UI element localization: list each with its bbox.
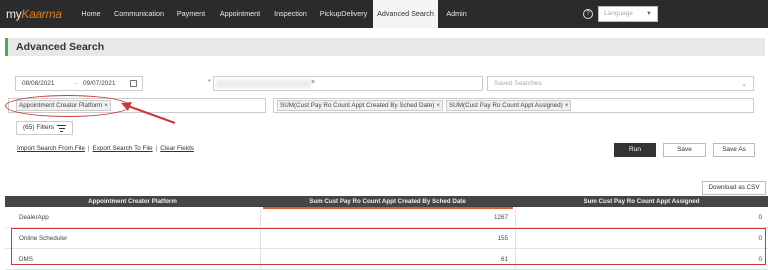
calendar-icon	[130, 80, 137, 87]
cell-created: 1267	[493, 214, 508, 221]
chevron-down-icon: ⌄	[741, 81, 747, 88]
language-select[interactable]: Language ▼	[598, 6, 658, 22]
clear-fields-link[interactable]: Clear Fields	[160, 145, 194, 152]
nav-payment[interactable]: Payment	[170, 0, 212, 28]
nav-inspection[interactable]: Inspection	[268, 0, 313, 28]
measure-chip: SUM(Cust Pay Ro Count Appt Created By Sc…	[277, 100, 444, 111]
nav-pickupdelivery[interactable]: PickupDelivery	[315, 0, 372, 28]
date-range-arrow: →	[72, 80, 79, 87]
cell-assigned: 0	[758, 214, 762, 221]
run-button[interactable]: Run	[614, 143, 656, 157]
saved-searches-select[interactable]: Saved Searches ⌄	[487, 76, 754, 91]
chip-remove-button[interactable]: ×	[436, 102, 440, 109]
chevron-down-icon: ▼	[646, 11, 652, 17]
page-title: Advanced Search	[16, 41, 105, 53]
column-header[interactable]: Appointment Creator Platform	[5, 196, 260, 207]
saved-searches-placeholder: Saved Searches	[494, 80, 542, 87]
column-header[interactable]: Sum Cust Pay Ro Count Appt Created By Sc…	[260, 196, 515, 207]
save-as-button[interactable]: Save As	[713, 143, 755, 157]
annotation-ellipse	[5, 95, 130, 117]
nav-communication[interactable]: Communication	[110, 0, 168, 28]
help-icon[interactable]: ?	[583, 9, 593, 19]
file-links: Import Search From File | Export Search To…	[17, 145, 194, 152]
export-search-link[interactable]: Export Search To File	[93, 145, 153, 152]
nav-admin[interactable]: Admin	[440, 0, 473, 28]
table-row: DealerApp 1267 0	[5, 207, 768, 228]
measures-field[interactable]: SUM(Cust Pay Ro Count Appt Created By Sc…	[273, 98, 754, 113]
dealer-clear-button[interactable]: ×	[311, 79, 315, 86]
column-header[interactable]: Sum Cust Pay Ro Count Appt Assigned	[515, 196, 768, 207]
app-logo[interactable]: myKaarma	[6, 7, 62, 21]
nav-home[interactable]: Home	[72, 0, 110, 28]
import-search-link[interactable]: Import Search From File	[17, 145, 85, 152]
date-start: 08/08/2021	[22, 80, 55, 87]
nav-appointment[interactable]: Appointment	[214, 0, 266, 28]
dealer-select[interactable]: ×	[213, 76, 483, 91]
date-end: 09/07/2021	[83, 80, 116, 87]
link-separator: |	[155, 145, 158, 152]
date-range-picker[interactable]: 08/08/2021 → 09/07/2021	[15, 76, 143, 91]
filters-button[interactable]: (65) Filters	[16, 121, 73, 135]
dealer-chip-redacted	[216, 80, 311, 88]
top-navbar: myKaarma Home Communication Payment Appo…	[0, 0, 768, 28]
required-mark: *	[208, 79, 211, 86]
link-separator: |	[87, 145, 90, 152]
page-title-bar: Advanced Search	[5, 38, 765, 56]
annotation-arrow	[121, 102, 176, 124]
cell-platform: DealerApp	[19, 214, 49, 221]
table-header: Appointment Creator Platform Sum Cust Pa…	[5, 196, 768, 207]
chip-remove-button[interactable]: ×	[565, 102, 569, 109]
save-button[interactable]: Save	[663, 143, 706, 157]
measure-chip: SUM(Cust Pay Ro Count Appt Assigned) ×	[446, 100, 572, 111]
download-csv-button[interactable]: Download as CSV	[702, 181, 766, 195]
annotation-box	[11, 228, 766, 265]
filter-icon	[57, 125, 66, 134]
nav-advanced-search[interactable]: Advanced Search	[373, 0, 438, 28]
